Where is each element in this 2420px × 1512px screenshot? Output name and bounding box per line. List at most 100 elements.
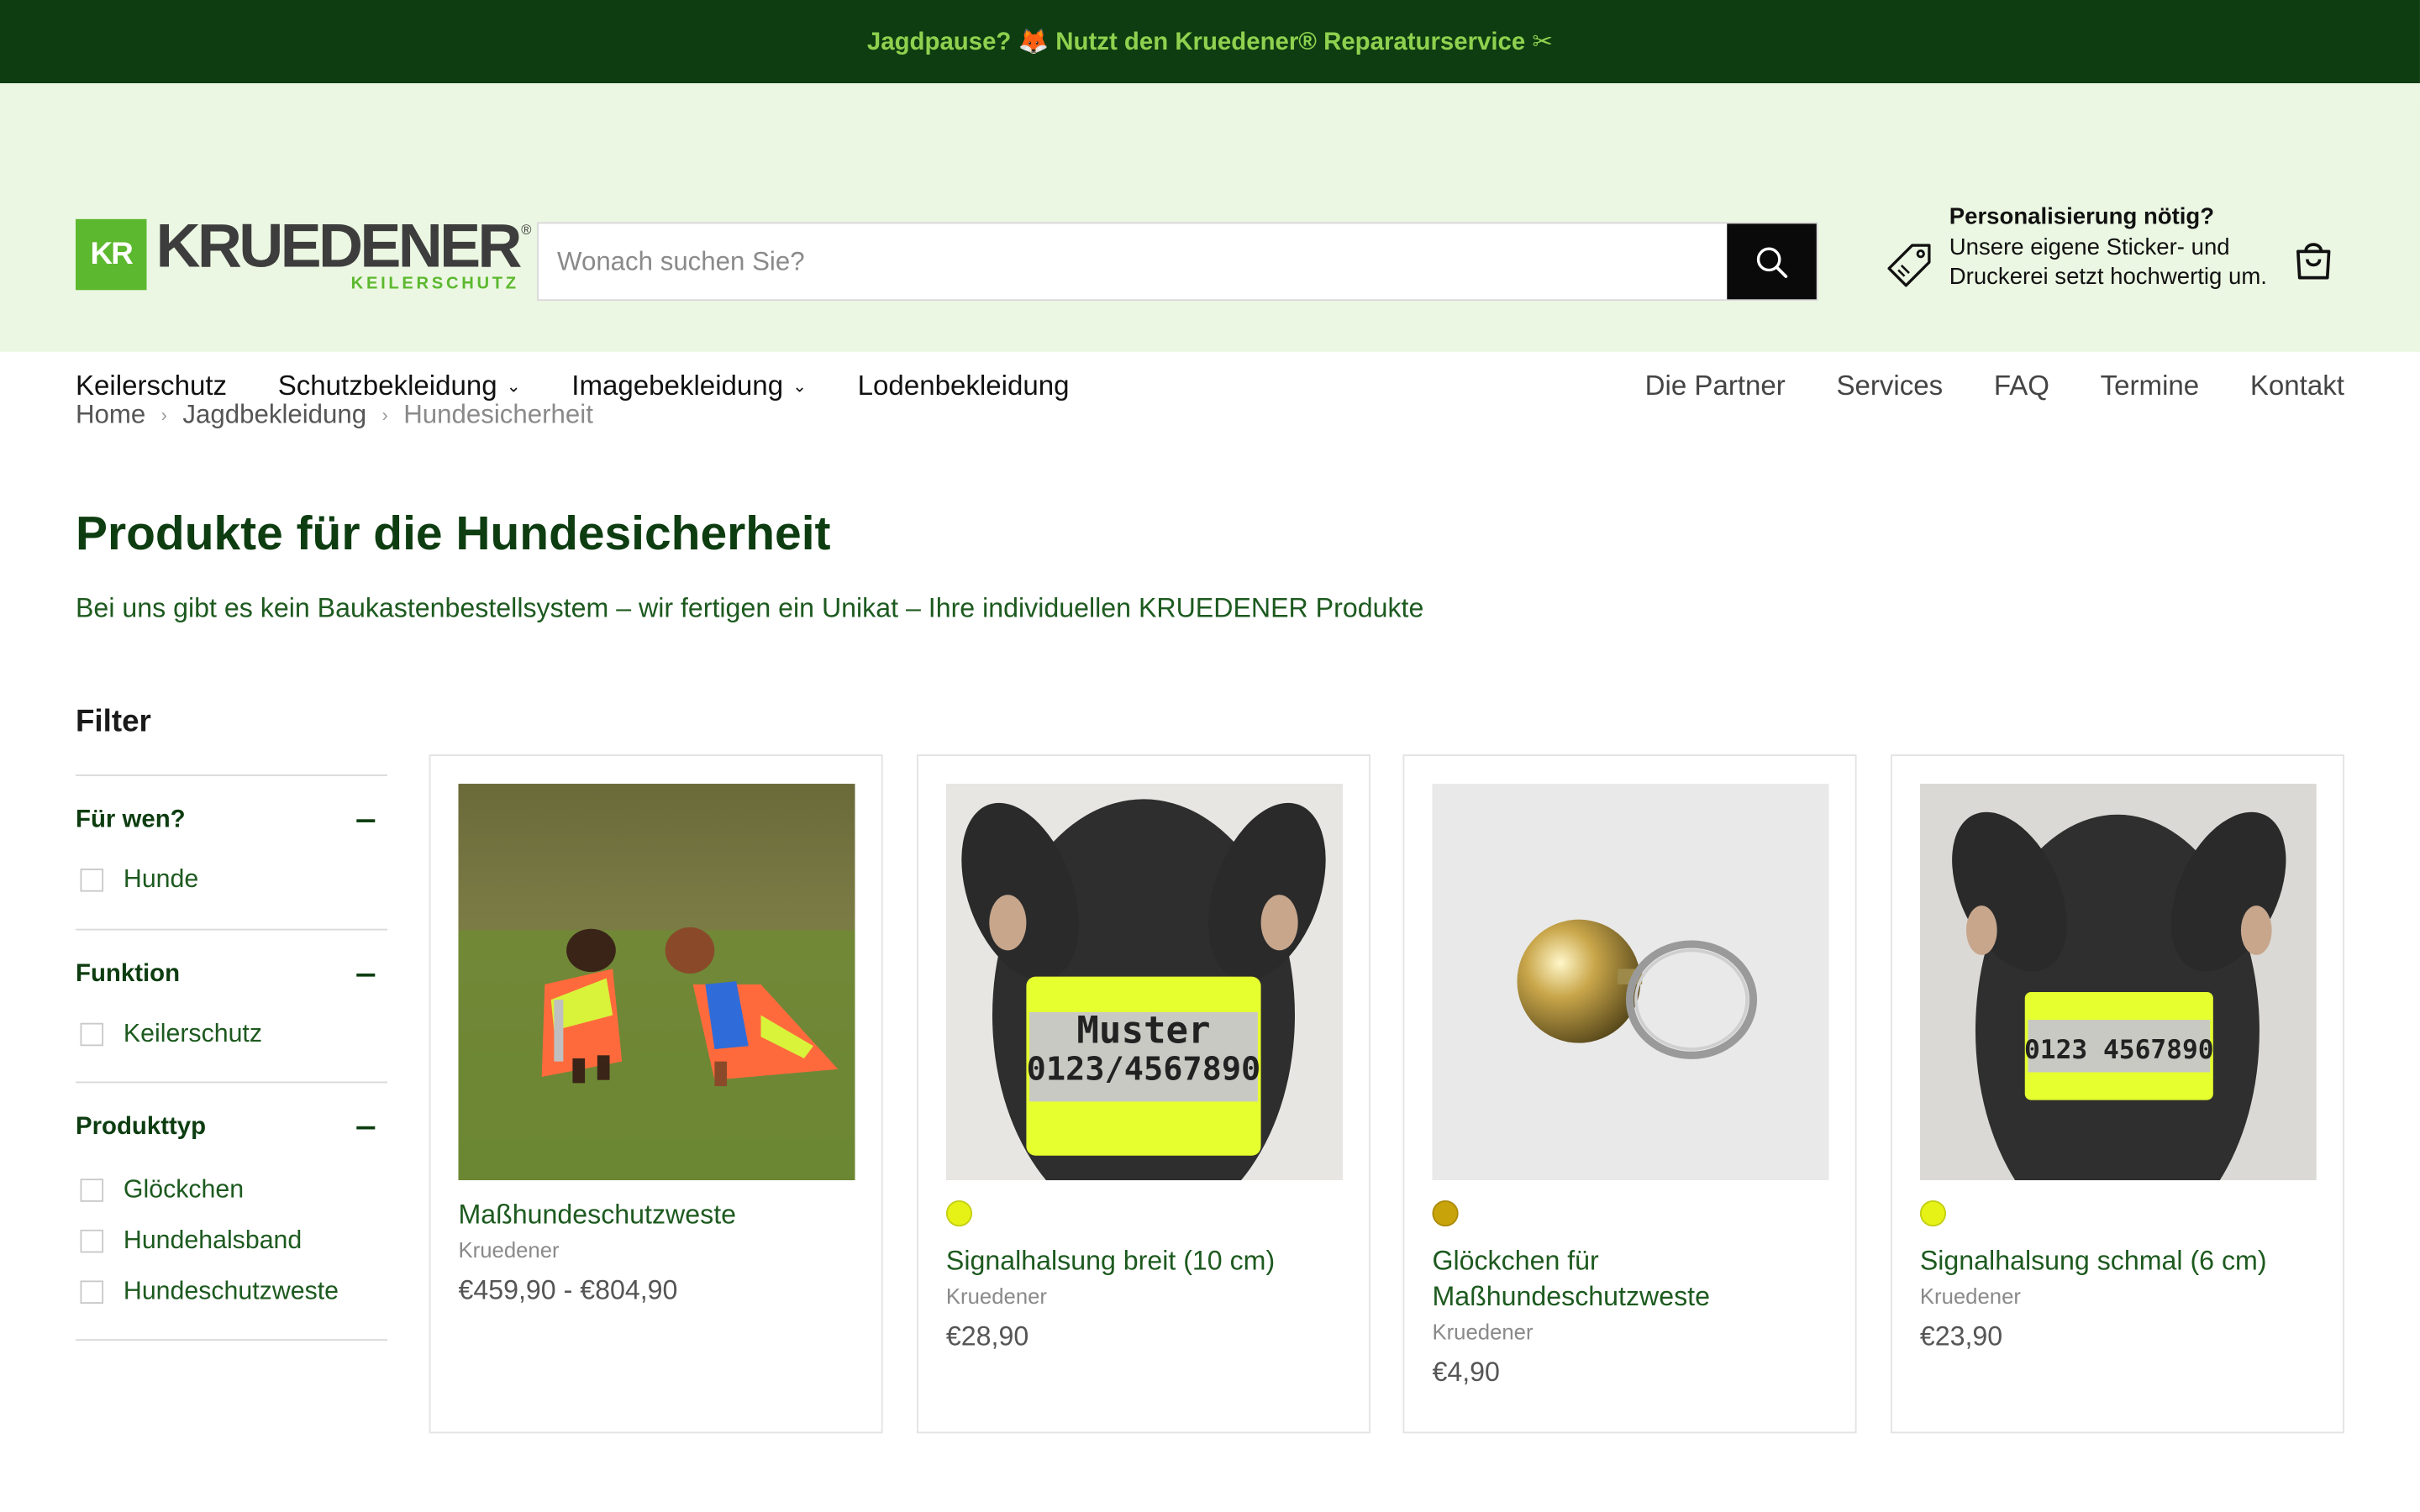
nav-item-keilerschutz[interactable]: Keilerschutz bbox=[76, 370, 227, 403]
color-swatch[interactable] bbox=[1432, 1200, 1459, 1227]
promo-text: Unsere eigene Sticker- und Druckerei set… bbox=[1949, 234, 2267, 291]
checkbox[interactable] bbox=[80, 1179, 104, 1202]
filter-group-toggle[interactable]: Produkttyp bbox=[76, 1083, 387, 1142]
filter-option-label: Hundehalsband bbox=[123, 1226, 302, 1255]
product-image[interactable]: 0123 4567890 bbox=[1919, 784, 2317, 1181]
checkbox[interactable] bbox=[80, 1280, 104, 1305]
filter-group-toggle[interactable]: Für wen? bbox=[76, 776, 387, 835]
band-text-line1: Muster bbox=[1076, 1010, 1210, 1053]
filter-group-funktion: Funktion Keilerschutz bbox=[75, 928, 388, 1049]
minus-icon bbox=[356, 1126, 376, 1130]
band-text: 0123 4567890 bbox=[2024, 1035, 2214, 1065]
cart-button[interactable] bbox=[2291, 238, 2337, 291]
filter-option-keilerschutz[interactable]: Keilerschutz bbox=[76, 1020, 387, 1049]
filter-option-hunde[interactable]: Hunde bbox=[76, 865, 387, 895]
filter-option-label: Hundeschutzweste bbox=[123, 1277, 339, 1305]
product-image[interactable] bbox=[1432, 784, 1829, 1181]
product-title[interactable]: Glöckchen für Maßhundeschutzweste bbox=[1432, 1243, 1830, 1314]
filter-group-title: Für wen? bbox=[75, 806, 186, 833]
filter-group-toggle[interactable]: Funktion bbox=[76, 931, 387, 990]
page-title: Produkte für die Hundesicherheit bbox=[75, 506, 831, 560]
nav-item-services[interactable]: Services bbox=[1836, 370, 1943, 403]
product-price: €4,90 bbox=[1432, 1356, 1500, 1388]
narrow-collar-photo: 0123 4567890 bbox=[1919, 784, 2317, 1181]
nav-label: Keilerschutz bbox=[75, 370, 228, 402]
band-text-line2: 0123/4567890 bbox=[1027, 1051, 1261, 1089]
bell-photo bbox=[1432, 784, 1829, 1181]
brand-logo[interactable]: KR KRUEDENER ® KEILERSCHUTZ bbox=[75, 216, 531, 293]
tag-icon bbox=[1887, 244, 1931, 287]
chevron-down-icon: ⌄ bbox=[792, 377, 808, 397]
brand-reg: ® bbox=[521, 222, 532, 238]
product-vendor: Kruedener bbox=[1432, 1319, 1534, 1344]
nav-label: Schutzbekleidung bbox=[277, 370, 497, 402]
nav-item-partner[interactable]: Die Partner bbox=[1645, 370, 1786, 403]
secondary-nav: Die Partner Services FAQ Termine Kontakt bbox=[1594, 370, 2344, 403]
search-icon bbox=[1756, 246, 1788, 278]
minus-icon bbox=[356, 973, 376, 977]
breadcrumb-jagdbekleidung[interactable]: Jagdbekleidung bbox=[182, 400, 366, 431]
product-image[interactable] bbox=[458, 784, 855, 1181]
checkbox[interactable] bbox=[80, 1229, 104, 1253]
shopping-bag-icon bbox=[2296, 243, 2331, 280]
minus-icon bbox=[356, 819, 376, 822]
filter-option-hundeschutzweste[interactable]: Hundeschutzweste bbox=[76, 1278, 387, 1307]
chevron-right-icon: › bbox=[381, 404, 388, 426]
product-price: €28,90 bbox=[945, 1320, 1029, 1352]
filter-group-title: Funktion bbox=[75, 961, 181, 988]
product-vendor: Kruedener bbox=[945, 1284, 1047, 1309]
product-title[interactable]: Signalhalsung schmal (6 cm) bbox=[1920, 1243, 2318, 1278]
filter-group-produkttyp: Produkttyp Glöckchen Hundehalsband Hunde… bbox=[75, 1081, 388, 1307]
color-swatch[interactable] bbox=[1919, 1200, 1947, 1227]
product-image[interactable]: Muster 0123/4567890 bbox=[945, 784, 1343, 1181]
filter-option-gloeckchen[interactable]: Glöckchen bbox=[76, 1176, 387, 1205]
promo-title: Personalisierung nötig? bbox=[1949, 203, 2215, 230]
color-swatch[interactable] bbox=[945, 1200, 973, 1227]
filter-option-label: Hunde bbox=[123, 865, 199, 894]
filter-heading: Filter bbox=[75, 705, 151, 739]
product-price: €23,90 bbox=[1919, 1320, 2003, 1352]
product-card[interactable]: Muster 0123/4567890 Signalhalsung breit … bbox=[916, 754, 1370, 1434]
nav-label: Lodenbekleidung bbox=[857, 370, 1070, 402]
brand-tagline: KEILERSCHUTZ bbox=[350, 274, 519, 293]
product-title[interactable]: Maßhundeschutzweste bbox=[458, 1197, 856, 1232]
checkbox[interactable] bbox=[80, 1022, 104, 1047]
dogs-in-vests-photo bbox=[458, 784, 855, 1181]
site-header: KR KRUEDENER ® KEILERSCHUTZ Wonach suche… bbox=[0, 83, 2420, 402]
nav-item-termine[interactable]: Termine bbox=[2101, 370, 2200, 403]
nav-item-lodenbekleidung[interactable]: Lodenbekleidung bbox=[858, 370, 1070, 403]
filter-group-fuer-wen: Für wen? Hunde bbox=[75, 774, 388, 895]
nav-item-faq[interactable]: FAQ bbox=[1994, 370, 2049, 403]
product-card[interactable]: 0123 4567890 Signalhalsung schmal (6 cm)… bbox=[1890, 754, 2344, 1434]
checkbox[interactable] bbox=[80, 869, 104, 892]
product-card[interactable]: Glöckchen für Maßhundeschutzweste Kruede… bbox=[1402, 754, 1857, 1434]
brand-mark: KR bbox=[75, 218, 147, 291]
product-title[interactable]: Signalhalsung breit (10 cm) bbox=[946, 1243, 1344, 1278]
search-input[interactable] bbox=[539, 223, 1728, 300]
nav-item-schutzbekleidung[interactable]: Schutzbekleidung ⌄ bbox=[278, 370, 521, 403]
wide-collar-photo: Muster 0123/4567890 bbox=[945, 784, 1343, 1181]
announcement-text[interactable]: Jagdpause? 🦊 Nutzt den Kruedener® Repara… bbox=[867, 26, 1553, 57]
filter-option-label: Keilerschutz bbox=[123, 1020, 263, 1048]
nav-item-kontakt[interactable]: Kontakt bbox=[2250, 370, 2344, 403]
nav-item-imagebekleidung[interactable]: Imagebekleidung ⌄ bbox=[571, 370, 807, 403]
search-bar bbox=[537, 222, 1818, 302]
chevron-right-icon: › bbox=[160, 404, 168, 426]
nav-label: Imagebekleidung bbox=[571, 370, 784, 402]
chevron-down-icon: ⌄ bbox=[506, 377, 521, 397]
product-vendor: Kruedener bbox=[1919, 1284, 2021, 1309]
product-card[interactable]: Maßhundeschutzweste Kruedener €459,90 - … bbox=[429, 754, 883, 1434]
breadcrumb-home[interactable]: Home bbox=[76, 400, 145, 431]
filter-option-hundehalsband[interactable]: Hundehalsband bbox=[76, 1226, 387, 1256]
announcement-bar[interactable]: Jagdpause? 🦊 Nutzt den Kruedener® Repara… bbox=[0, 0, 2420, 84]
filter-group-title: Produkttyp bbox=[75, 1114, 207, 1141]
personalization-promo[interactable]: Personalisierung nötig? Unsere eigene St… bbox=[1883, 202, 2274, 292]
breadcrumb: Home › Jagdbekleidung › Hundesicherheit bbox=[76, 400, 593, 431]
filter-divider bbox=[75, 1339, 388, 1341]
search-button[interactable] bbox=[1727, 223, 1817, 300]
product-price: €459,90 - €804,90 bbox=[458, 1274, 678, 1305]
page-description: Bei uns gibt es kein Baukastenbestellsys… bbox=[75, 592, 1424, 624]
breadcrumb-current: Hundesicherheit bbox=[403, 399, 593, 429]
product-vendor: Kruedener bbox=[458, 1237, 560, 1263]
filter-option-label: Glöckchen bbox=[123, 1175, 245, 1204]
